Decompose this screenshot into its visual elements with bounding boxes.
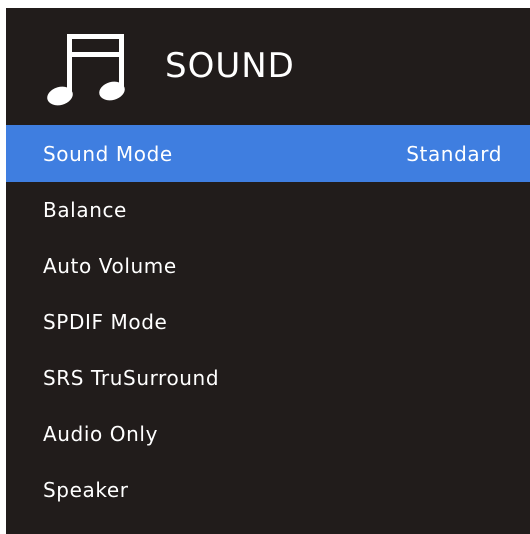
menu-item-label: Sound Mode: [43, 141, 173, 166]
menu-item-speaker[interactable]: Speaker: [6, 462, 530, 518]
menu-item-spdif-mode[interactable]: SPDIF Mode: [6, 294, 530, 350]
menu-header: SOUND: [6, 8, 530, 125]
sound-menu-list: Sound Mode Standard Balance Auto Volume …: [6, 125, 530, 518]
music-note-icon: [47, 34, 125, 106]
sound-menu-panel: SOUND Sound Mode Standard Balance Auto V…: [6, 8, 530, 534]
menu-item-value: Standard: [406, 141, 502, 166]
menu-item-label: Balance: [43, 198, 127, 222]
menu-item-label: Audio Only: [43, 422, 159, 446]
menu-item-sound-mode[interactable]: Sound Mode Standard: [6, 125, 530, 182]
menu-item-srs-trusurround[interactable]: SRS TruSurround: [6, 350, 530, 406]
menu-item-label: SRS TruSurround: [43, 366, 220, 390]
menu-item-label: Auto Volume: [43, 254, 177, 278]
menu-item-label: SPDIF Mode: [43, 310, 168, 334]
menu-item-balance[interactable]: Balance: [6, 182, 530, 238]
page-title: SOUND: [165, 46, 295, 86]
menu-item-label: Speaker: [43, 478, 129, 502]
menu-item-auto-volume[interactable]: Auto Volume: [6, 238, 530, 294]
menu-item-audio-only[interactable]: Audio Only: [6, 406, 530, 462]
